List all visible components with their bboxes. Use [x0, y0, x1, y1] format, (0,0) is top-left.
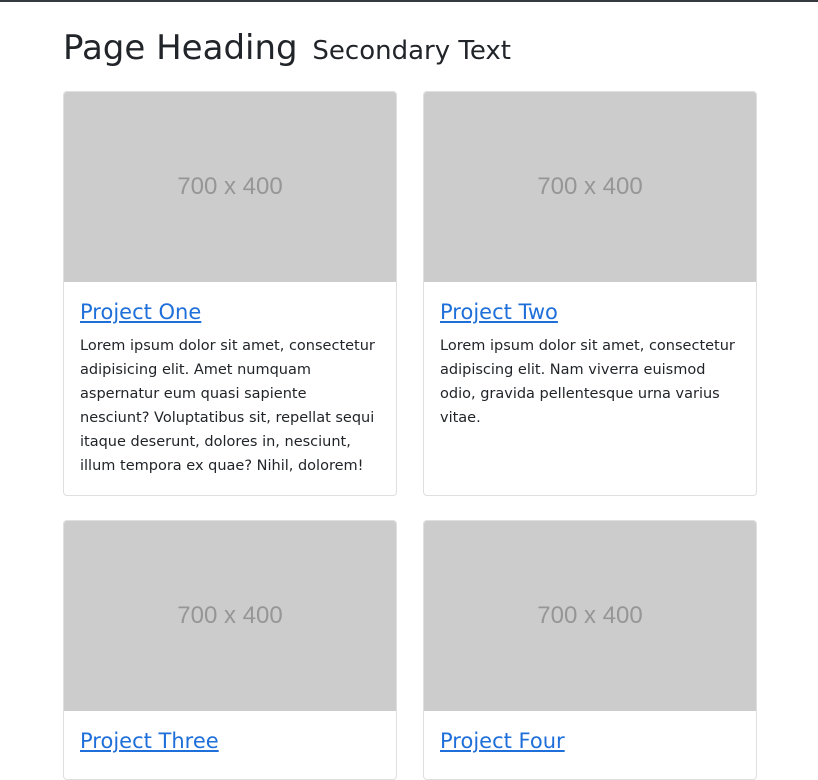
card-body: Project One Lorem ipsum dolor sit amet, … [64, 282, 396, 494]
card-title: Project One [80, 298, 380, 326]
project-card-two: 700 x 400 Project Two Lorem ipsum dolor … [423, 91, 757, 496]
project-two-link[interactable]: Project Two [440, 300, 558, 324]
project-card-four: 700 x 400 Project Four [423, 520, 757, 780]
card-title: Project Four [440, 727, 740, 755]
page-heading-main: Page Heading [63, 28, 298, 68]
project-card-one: 700 x 400 Project One Lorem ipsum dolor … [63, 91, 397, 496]
project-one-link[interactable]: Project One [80, 300, 201, 324]
page-heading-secondary: Secondary Text [312, 36, 511, 66]
project-four-link[interactable]: Project Four [440, 729, 565, 753]
project-image-placeholder[interactable]: 700 x 400 [64, 92, 396, 282]
project-three-link[interactable]: Project Three [80, 729, 219, 753]
card-text: Lorem ipsum dolor sit amet, consectetur … [80, 338, 375, 474]
placeholder-label: 700 x 400 [537, 601, 643, 629]
page-title: Page Heading Secondary Text [63, 28, 511, 71]
card-body: Project Two Lorem ipsum dolor sit amet, … [424, 282, 756, 446]
card-body: Project Three [64, 711, 396, 779]
card-title: Project Two [440, 298, 740, 326]
project-image-placeholder[interactable]: 700 x 400 [64, 521, 396, 711]
project-image-placeholder[interactable]: 700 x 400 [424, 92, 756, 282]
card-body: Project Four [424, 711, 756, 779]
top-border [0, 0, 818, 2]
placeholder-label: 700 x 400 [177, 172, 283, 200]
project-card-three: 700 x 400 Project Three [63, 520, 397, 780]
project-image-placeholder[interactable]: 700 x 400 [424, 521, 756, 711]
card-text: Lorem ipsum dolor sit amet, consectetur … [440, 338, 735, 426]
placeholder-label: 700 x 400 [537, 172, 643, 200]
card-title: Project Three [80, 727, 380, 755]
placeholder-label: 700 x 400 [177, 601, 283, 629]
